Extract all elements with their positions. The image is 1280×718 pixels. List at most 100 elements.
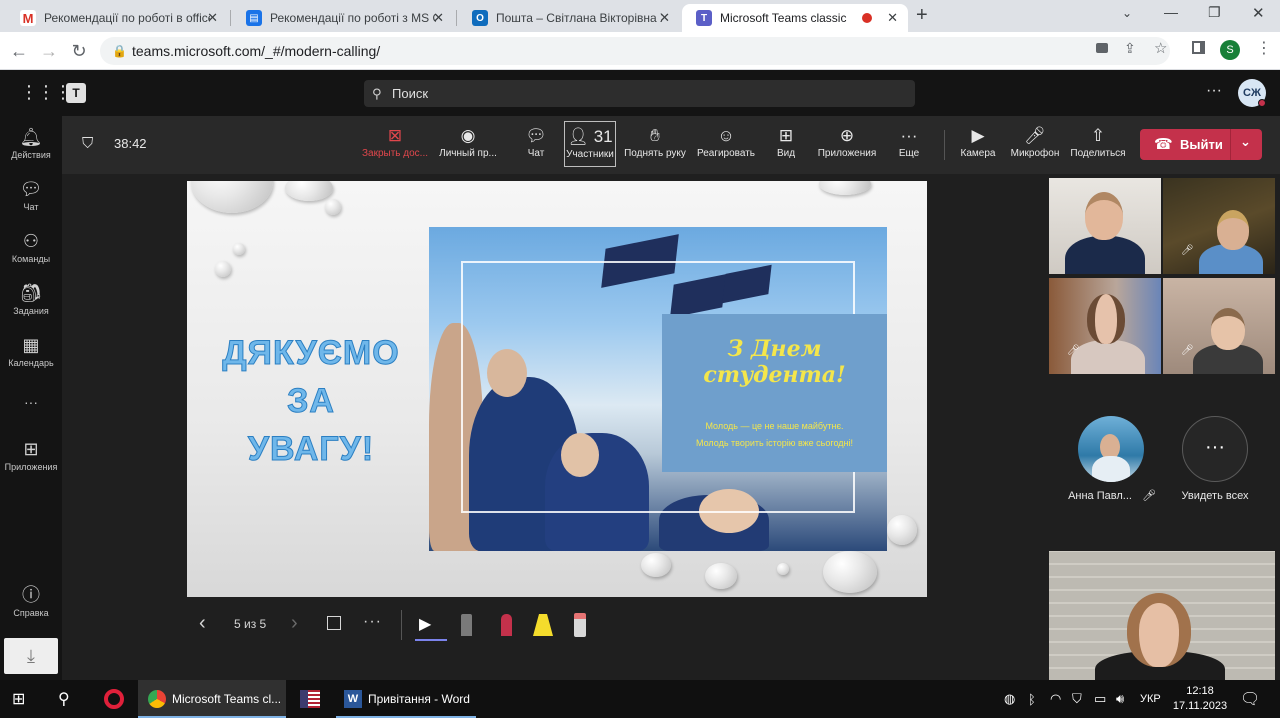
chrome-icon [148, 690, 166, 708]
windows-start-icon[interactable]: ⊞ [12, 680, 25, 718]
share-button[interactable]: ⇧ Поделиться [1068, 124, 1128, 159]
bookmark-star-icon[interactable]: ☆ [1154, 39, 1167, 57]
private-view-button[interactable]: ◉ Личный пр... [436, 124, 500, 159]
app-rail: 🔔︎ Действия 💬︎ Чат ⚇ Команды 🎒︎ Задания … [0, 116, 62, 680]
highlighter-icon[interactable] [533, 614, 553, 636]
browser-tab-1[interactable]: M Рекомендації по роботі в office ✕ [6, 4, 228, 32]
wifi-icon[interactable]: ◠ [1050, 680, 1061, 718]
stop-sharing-button[interactable]: ⊠ Закрыть дос... [360, 124, 430, 159]
tab-search-icon[interactable]: ⌄ [1122, 6, 1132, 20]
windows-taskbar: ⊞ ⚲ Microsoft Teams cl... W Привітання -… [0, 680, 1280, 718]
rail-label: Задания [13, 306, 49, 316]
taskbar-app-teams[interactable]: Microsoft Teams cl... [138, 680, 286, 718]
url-field[interactable]: 🔒 teams.microsoft.com/_#/modern-calling/ [100, 37, 1170, 65]
search-input[interactable]: ⚲ Поиск [364, 80, 915, 107]
see-all-button[interactable]: ··· [1182, 416, 1248, 482]
volume-icon[interactable]: 🔊︎ [1116, 680, 1124, 718]
calendar-icon: ▦ [22, 335, 40, 355]
participant-video-tile[interactable]: 🎤︎ [1163, 278, 1275, 374]
react-button[interactable]: ☺ Реагировать [694, 124, 758, 159]
browser-tab-2[interactable]: ▤ Рекомендації по роботі з MS O ✕ [232, 4, 454, 32]
view-button[interactable]: ⊞ Вид [768, 124, 804, 159]
participant-avatar[interactable] [1078, 416, 1144, 482]
camera-indicator-icon[interactable] [1096, 43, 1108, 53]
next-slide-icon[interactable]: › [291, 612, 298, 635]
settings-more-button[interactable]: ··· [1206, 82, 1222, 100]
rail-item-teams[interactable]: ⚇ Команды [0, 230, 62, 264]
close-icon[interactable]: ✕ [659, 10, 670, 26]
greeting-subtitle-line: Молодь — це не наше майбутнє. [705, 421, 844, 431]
rail-item-help[interactable]: ⓘ Справка [0, 584, 62, 618]
previous-slide-icon[interactable]: ‹ [199, 612, 206, 635]
taskbar-app-word[interactable]: W Привітання - Word [336, 680, 476, 718]
phone-hangup-icon: ☎ [1154, 136, 1173, 153]
eraser-icon[interactable] [574, 613, 586, 637]
mic-icon: 🎤︎ [1024, 126, 1046, 145]
profile-avatar[interactable]: S [1220, 40, 1240, 60]
back-icon[interactable]: ← [8, 40, 30, 62]
raise-hand-button[interactable]: ✋︎ Поднять руку [622, 124, 688, 159]
notifications-icon[interactable]: 🗨︎ [1240, 680, 1260, 718]
mic-off-icon: 🎤︎ [1067, 345, 1080, 356]
active-tool-indicator [415, 639, 447, 641]
network-globe-icon[interactable]: ◍ [1004, 680, 1015, 718]
language-indicator[interactable]: УКР [1140, 680, 1161, 718]
slides-overview-icon[interactable] [327, 616, 341, 630]
restore-button[interactable]: ❐ [1208, 4, 1221, 21]
close-icon[interactable]: ✕ [887, 10, 898, 26]
reload-icon[interactable]: ↻ [68, 40, 90, 62]
forward-icon[interactable]: → [38, 40, 60, 62]
apps-button[interactable]: ⊕ Приложения [814, 124, 880, 159]
rail-item-calendar[interactable]: ▦ Календарь [0, 334, 62, 368]
greeting-card: З Днем студента! Молодь — це не наше май… [662, 314, 887, 472]
rail-item-chat[interactable]: 💬︎ Чат [0, 178, 62, 212]
water-drop [325, 199, 341, 215]
close-icon[interactable]: ✕ [433, 10, 444, 26]
bluetooth-icon[interactable]: ᛒ [1028, 680, 1036, 718]
flag-app-icon[interactable] [300, 680, 320, 718]
app-launcher-icon[interactable]: ⋮⋮⋮ [20, 82, 72, 103]
participant-video-tile[interactable]: 🎤︎ [1049, 278, 1161, 374]
participant-video-tile[interactable]: 🎤︎ [1163, 178, 1275, 274]
self-video-tile[interactable] [1049, 551, 1275, 680]
chat-button[interactable]: 💬︎ Чат [516, 124, 556, 159]
participants-button[interactable]: 👤︎ 31 Участники [564, 121, 616, 167]
pen-black-icon[interactable] [461, 614, 472, 636]
browser-tab-3[interactable]: O Пошта – Світлана Вікторівна Ж ✕ [458, 4, 680, 32]
chevron-down-icon[interactable]: ⌄ [1240, 134, 1251, 150]
more-button[interactable]: ··· Еще [894, 124, 924, 159]
search-icon[interactable]: ⚲ [58, 680, 70, 718]
battery-icon[interactable]: ▭ [1094, 680, 1106, 718]
recording-icon [862, 13, 872, 23]
microphone-button[interactable]: 🎤︎ Микрофон [1008, 124, 1062, 159]
leave-button[interactable]: ☎ Выйти ⌄ [1140, 129, 1262, 160]
rail-item-assignments[interactable]: 🎒︎ Задания [0, 282, 62, 316]
control-label: Поднять руку [624, 148, 686, 159]
download-icon[interactable]: ⤓ [4, 638, 58, 674]
security-icon[interactable]: ⛉ [1072, 680, 1082, 718]
teams-group-icon: ⚇ [22, 231, 40, 251]
minimize-button[interactable]: — [1164, 4, 1178, 20]
lock-icon: 🔒 [112, 44, 127, 58]
side-panel-icon[interactable] [1192, 41, 1205, 54]
opera-icon[interactable] [104, 680, 124, 718]
window-close-button[interactable]: ✕ [1252, 4, 1265, 22]
browser-menu-icon[interactable]: ⋮ [1256, 38, 1272, 58]
clock[interactable]: 12:18 17.11.2023 [1170, 684, 1230, 714]
new-tab-button[interactable]: + [916, 4, 928, 27]
rail-more-button[interactable]: ··· [0, 394, 62, 410]
close-icon[interactable]: ✕ [207, 10, 218, 26]
outlook-doc-icon: ▤ [246, 10, 262, 26]
pen-red-icon[interactable] [501, 614, 512, 636]
participant-video-tile[interactable] [1049, 178, 1161, 274]
rail-item-activity[interactable]: 🔔︎ Действия [0, 126, 62, 160]
control-label: Камера [960, 148, 996, 159]
more-icon[interactable]: ··· [363, 613, 382, 631]
pointer-tool-icon[interactable]: ▶ [419, 614, 431, 634]
share-page-icon[interactable]: ⇪ [1124, 40, 1136, 57]
rail-item-apps[interactable]: ⊞ Приложения [0, 438, 62, 472]
control-label: Личный пр... [439, 148, 497, 159]
browser-tab-4[interactable]: T Microsoft Teams classic ✕ [682, 4, 908, 32]
camera-button[interactable]: ▶︎ Камера [958, 124, 998, 159]
slide-counter: 5 из 5 [234, 617, 267, 631]
